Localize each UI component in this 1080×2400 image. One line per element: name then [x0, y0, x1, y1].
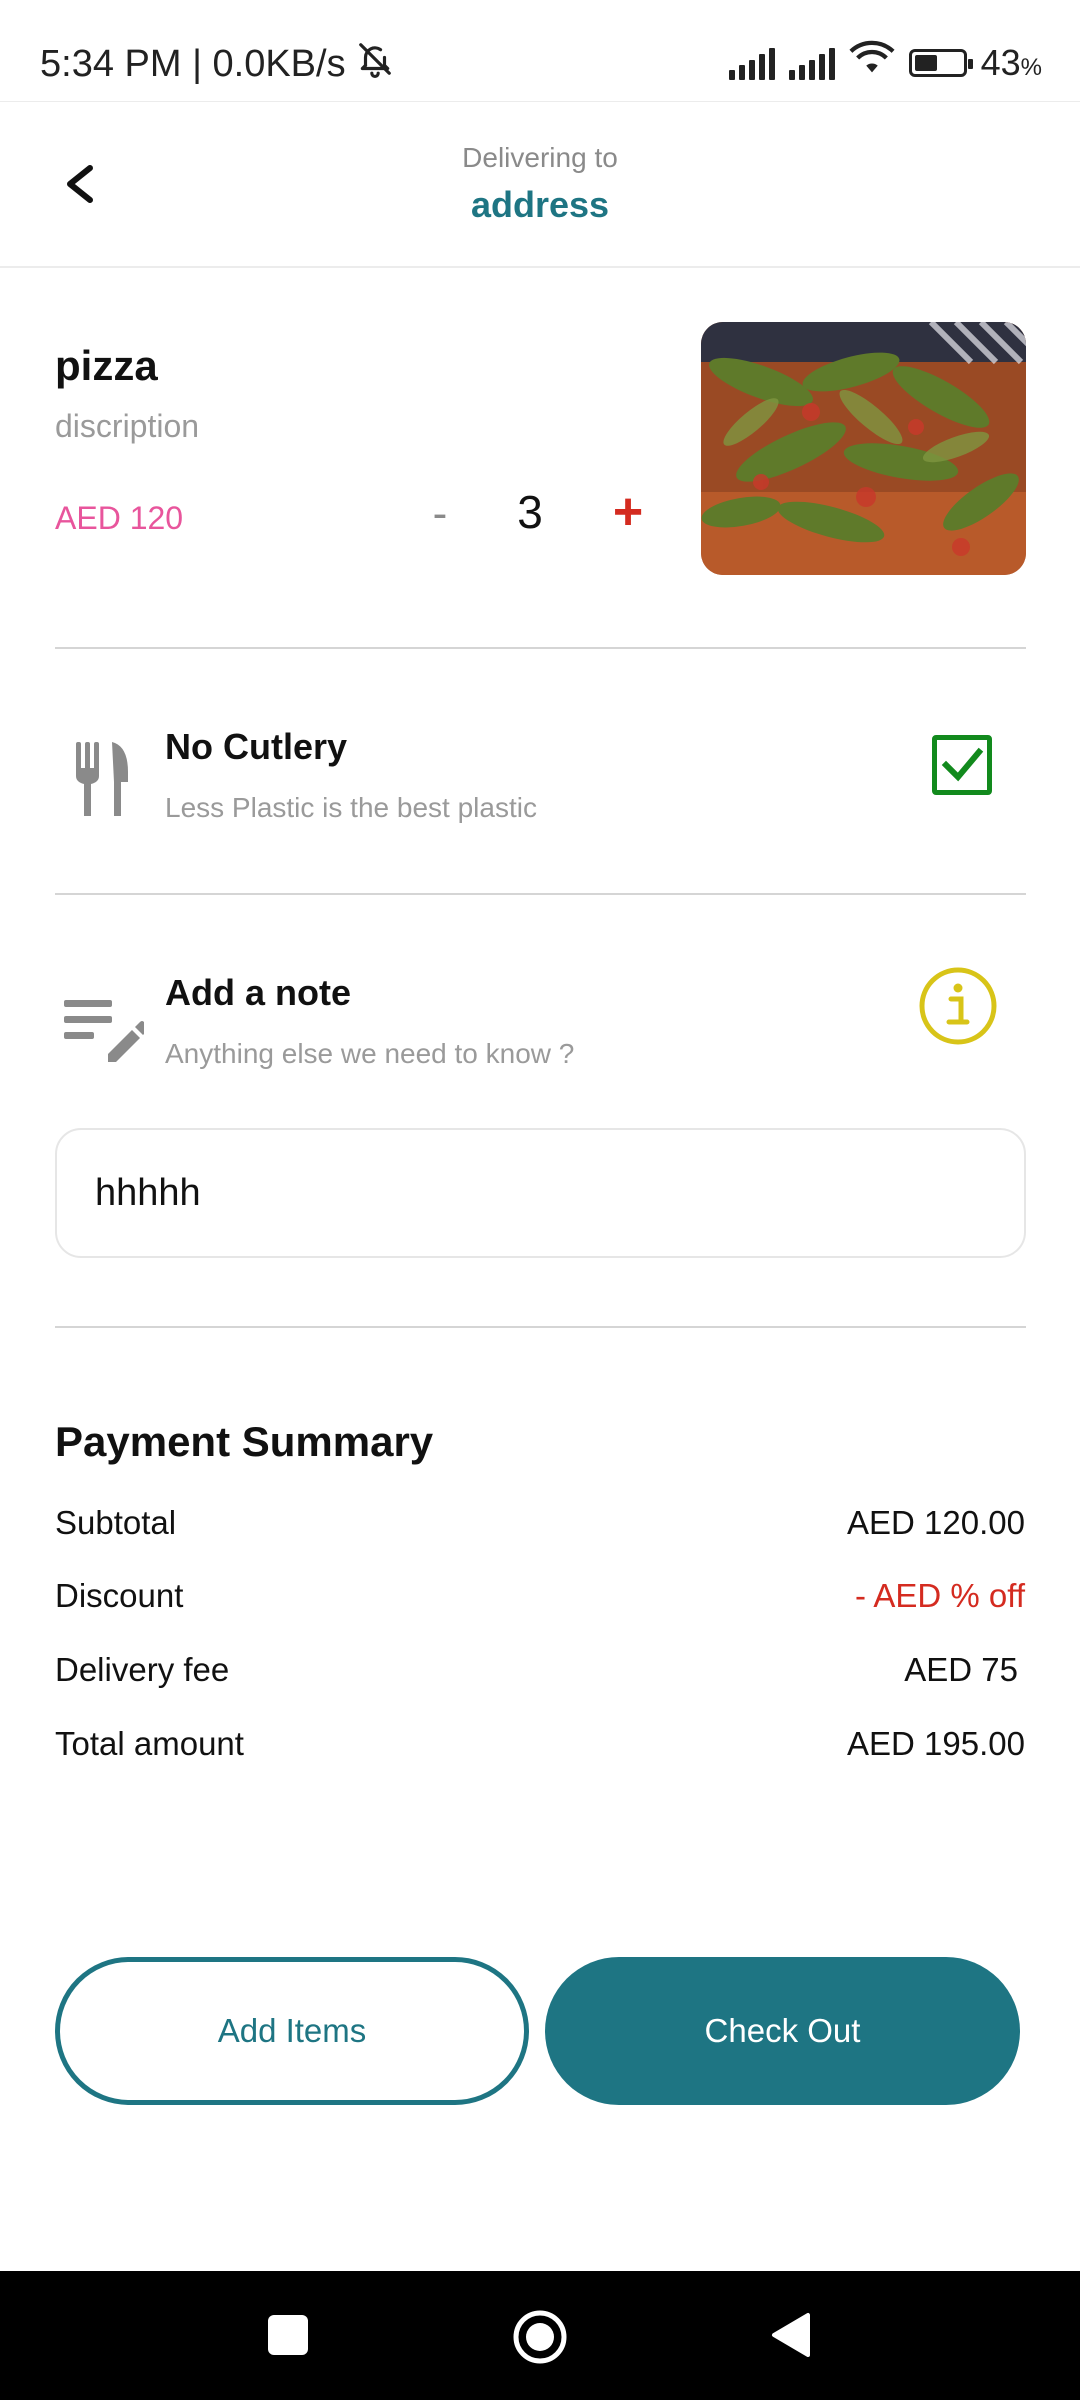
system-navigation-bar	[0, 2271, 1080, 2400]
decrease-quantity-button[interactable]: -	[420, 484, 460, 544]
wifi-icon	[849, 40, 895, 85]
home-circle-icon	[513, 2310, 567, 2364]
divider	[55, 1326, 1026, 1328]
quantity-value: 3	[517, 486, 543, 538]
signal-icon	[728, 46, 775, 80]
divider	[55, 893, 1026, 895]
home-button[interactable]	[512, 2309, 568, 2365]
cutlery-icon	[74, 742, 130, 823]
payment-summary-title: Payment Summary	[55, 1418, 434, 1465]
total-amount-label: Total amount	[55, 1725, 244, 1762]
no-cutlery-subtitle: Less Plastic is the best plastic	[165, 792, 537, 823]
item-description: discription	[55, 408, 200, 444]
status-time-speed: 5:34 PM | 0.0KB/s	[40, 42, 346, 85]
discount-value: - AED % off	[855, 1577, 1025, 1614]
status-left: 5:34 PM | 0.0KB/s	[40, 40, 394, 88]
delivery-address[interactable]: address	[0, 184, 1080, 226]
battery-readout: 43%	[981, 42, 1042, 84]
food-image	[701, 322, 1026, 575]
status-bar: 5:34 PM | 0.0KB/s 43%	[0, 0, 1080, 100]
item-name: pizza	[55, 342, 158, 389]
back-nav-button[interactable]	[768, 2311, 812, 2359]
total-amount-value: AED 195.00	[847, 1725, 1025, 1762]
add-items-button[interactable]: Add Items	[55, 1957, 529, 2105]
subtotal-value: AED 120.00	[847, 1504, 1025, 1541]
add-note-title: Add a note	[165, 972, 351, 1013]
no-cutlery-title: No Cutlery	[165, 726, 348, 767]
check-icon	[941, 747, 984, 782]
increase-quantity-button[interactable]: +	[603, 480, 653, 544]
bell-off-icon	[356, 40, 394, 88]
triangle-back-icon	[772, 2313, 810, 2357]
battery-percent: 43	[980, 41, 1021, 83]
delivery-fee-label: Delivery fee	[55, 1651, 230, 1688]
header: Delivering to address	[0, 102, 1080, 266]
signal-icon-2	[788, 46, 835, 80]
delivery-fee-value: AED 75	[904, 1651, 1018, 1688]
discount-label: Discount	[55, 1577, 184, 1614]
delivering-to-label: Delivering to	[462, 142, 618, 173]
subtotal-label: Subtotal	[55, 1504, 177, 1541]
recents-button[interactable]	[268, 2315, 308, 2355]
info-icon[interactable]	[918, 966, 998, 1046]
add-note-subtitle: Anything else we need to know ?	[165, 1038, 575, 1069]
check-out-button[interactable]: Check Out	[545, 1957, 1020, 2105]
status-right: 43%	[728, 40, 1042, 85]
no-cutlery-checkbox[interactable]	[932, 735, 992, 795]
item-price: AED 120	[55, 500, 184, 536]
battery-unit: %	[1020, 53, 1042, 81]
note-input[interactable]	[55, 1128, 1026, 1258]
header-divider	[0, 266, 1080, 268]
divider	[55, 647, 1026, 649]
battery-icon	[908, 48, 973, 77]
note-edit-icon	[64, 996, 149, 1067]
